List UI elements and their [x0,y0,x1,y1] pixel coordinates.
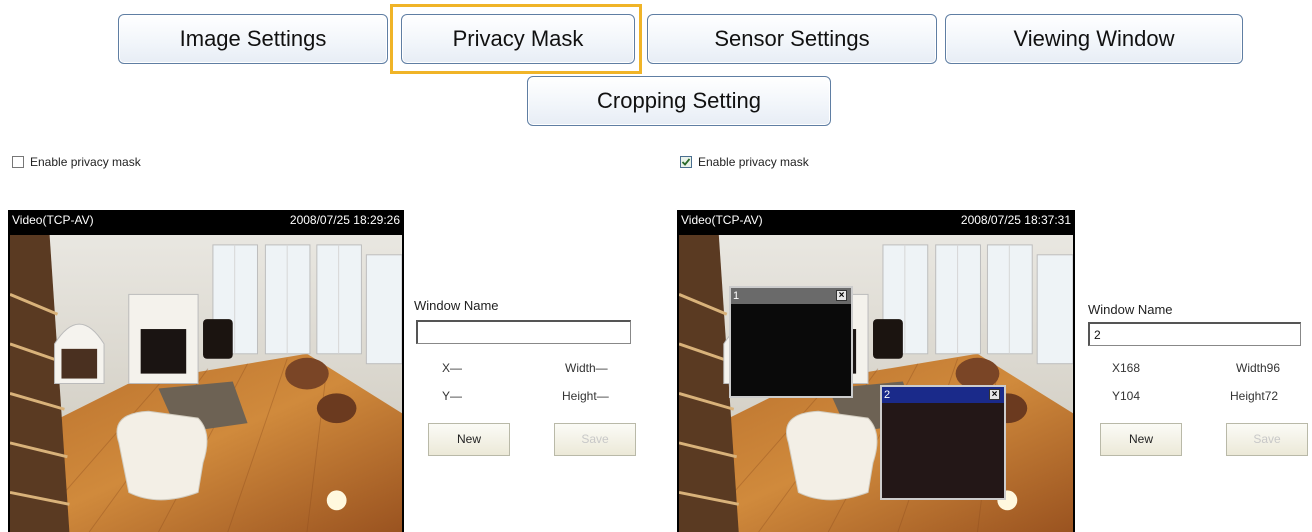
left-height-value: Height— [562,389,609,403]
right-new-button[interactable]: New [1100,423,1182,456]
mask-window-1-titlebar[interactable]: 1 × [731,288,851,304]
right-save-button[interactable]: Save [1226,423,1308,456]
left-video-image[interactable] [10,235,402,532]
left-width-value: Width— [565,361,608,375]
left-save-button[interactable]: Save [554,423,636,456]
right-enable-privacy-mask[interactable]: Enable privacy mask [680,154,809,169]
right-width-value: Width96 [1236,361,1281,375]
close-icon[interactable]: × [989,389,1000,400]
right-x-value: X168 [1112,361,1141,375]
right-video-timestamp: 2008/07/25 18:37:31 [960,213,1071,227]
tab-cropping-setting[interactable]: Cropping Setting [527,76,831,126]
left-window-name-label: Window Name [414,298,499,313]
left-video-titlebar: Video(TCP-AV) 2008/07/25 18:29:26 [8,210,404,231]
right-video-preview: Video(TCP-AV) 2008/07/25 18:37:31 1 × 2 … [677,210,1075,532]
tab-privacy-mask[interactable]: Privacy Mask [401,14,635,64]
close-icon[interactable]: × [836,290,847,301]
mask-window-2-titlebar[interactable]: 2 × [882,387,1004,403]
mask-window-2[interactable]: 2 × [880,385,1006,500]
right-window-name-label: Window Name [1088,302,1173,317]
mask-window-1-name: 1 [733,290,740,302]
right-video-titlebar: Video(TCP-AV) 2008/07/25 18:37:31 [677,210,1075,231]
left-y-value: Y— [442,389,463,403]
mask-window-1[interactable]: 1 × [729,286,853,398]
right-video-title: Video(TCP-AV) [681,213,763,227]
checkmark-icon [681,158,691,166]
right-y-value: Y104 [1112,389,1141,403]
right-enable-checkbox[interactable] [680,155,692,168]
left-video-title: Video(TCP-AV) [12,213,94,227]
left-new-button[interactable]: New [428,423,510,456]
left-video-timestamp: 2008/07/25 18:29:26 [289,213,400,227]
left-enable-privacy-mask[interactable]: Enable privacy mask [12,154,141,169]
tab-sensor-settings[interactable]: Sensor Settings [647,14,937,64]
mask-window-2-name: 2 [884,389,891,401]
left-x-value: X— [442,361,463,375]
right-height-value: Height72 [1230,389,1279,403]
right-enable-label: Enable privacy mask [698,154,809,169]
left-video-preview: Video(TCP-AV) 2008/07/25 18:29:26 [8,210,404,532]
right-window-name-input[interactable] [1088,322,1301,346]
left-enable-checkbox[interactable] [12,155,24,168]
left-window-name-input[interactable] [416,320,631,344]
tab-viewing-window[interactable]: Viewing Window [945,14,1243,64]
tab-image-settings[interactable]: Image Settings [118,14,388,64]
left-enable-label: Enable privacy mask [30,154,141,169]
